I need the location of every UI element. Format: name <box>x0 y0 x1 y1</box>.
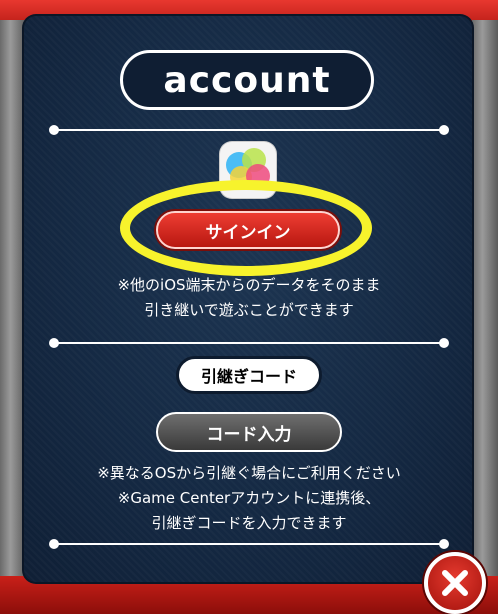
signin-note-line-2: 引き継いで遊ぶことができます <box>144 301 354 319</box>
transfer-note-line-2: ※Game Centerアカウントに連携後、 <box>117 489 381 507</box>
divider-bottom <box>49 539 449 549</box>
dialog-title: account <box>120 50 374 110</box>
transfer-code-label: 引継ぎコード <box>176 356 322 394</box>
close-icon <box>442 570 468 596</box>
divider-middle <box>49 338 449 348</box>
code-input-button[interactable]: コード入力 <box>156 412 342 452</box>
transfer-note-line-1: ※異なるOSから引継ぐ場合にご利用ください <box>97 464 401 482</box>
signin-note: ※他のiOS端末からのデータをそのまま 引き継いで遊ぶことができます <box>40 273 458 323</box>
transfer-note: ※異なるOSから引継ぐ場合にご利用ください ※Game Centerアカウントに… <box>40 461 458 536</box>
close-button[interactable] <box>424 552 486 614</box>
divider-top <box>49 125 449 135</box>
highlight-ring <box>120 180 372 276</box>
signin-note-line-1: ※他のiOS端末からのデータをそのまま <box>117 276 381 294</box>
transfer-note-line-3: 引継ぎコードを入力できます <box>151 514 347 532</box>
frame-right-edge <box>472 20 498 588</box>
account-dialog: account サインイン ※他のiOS端末からのデータをそのまま 引き継いで遊… <box>0 0 498 614</box>
